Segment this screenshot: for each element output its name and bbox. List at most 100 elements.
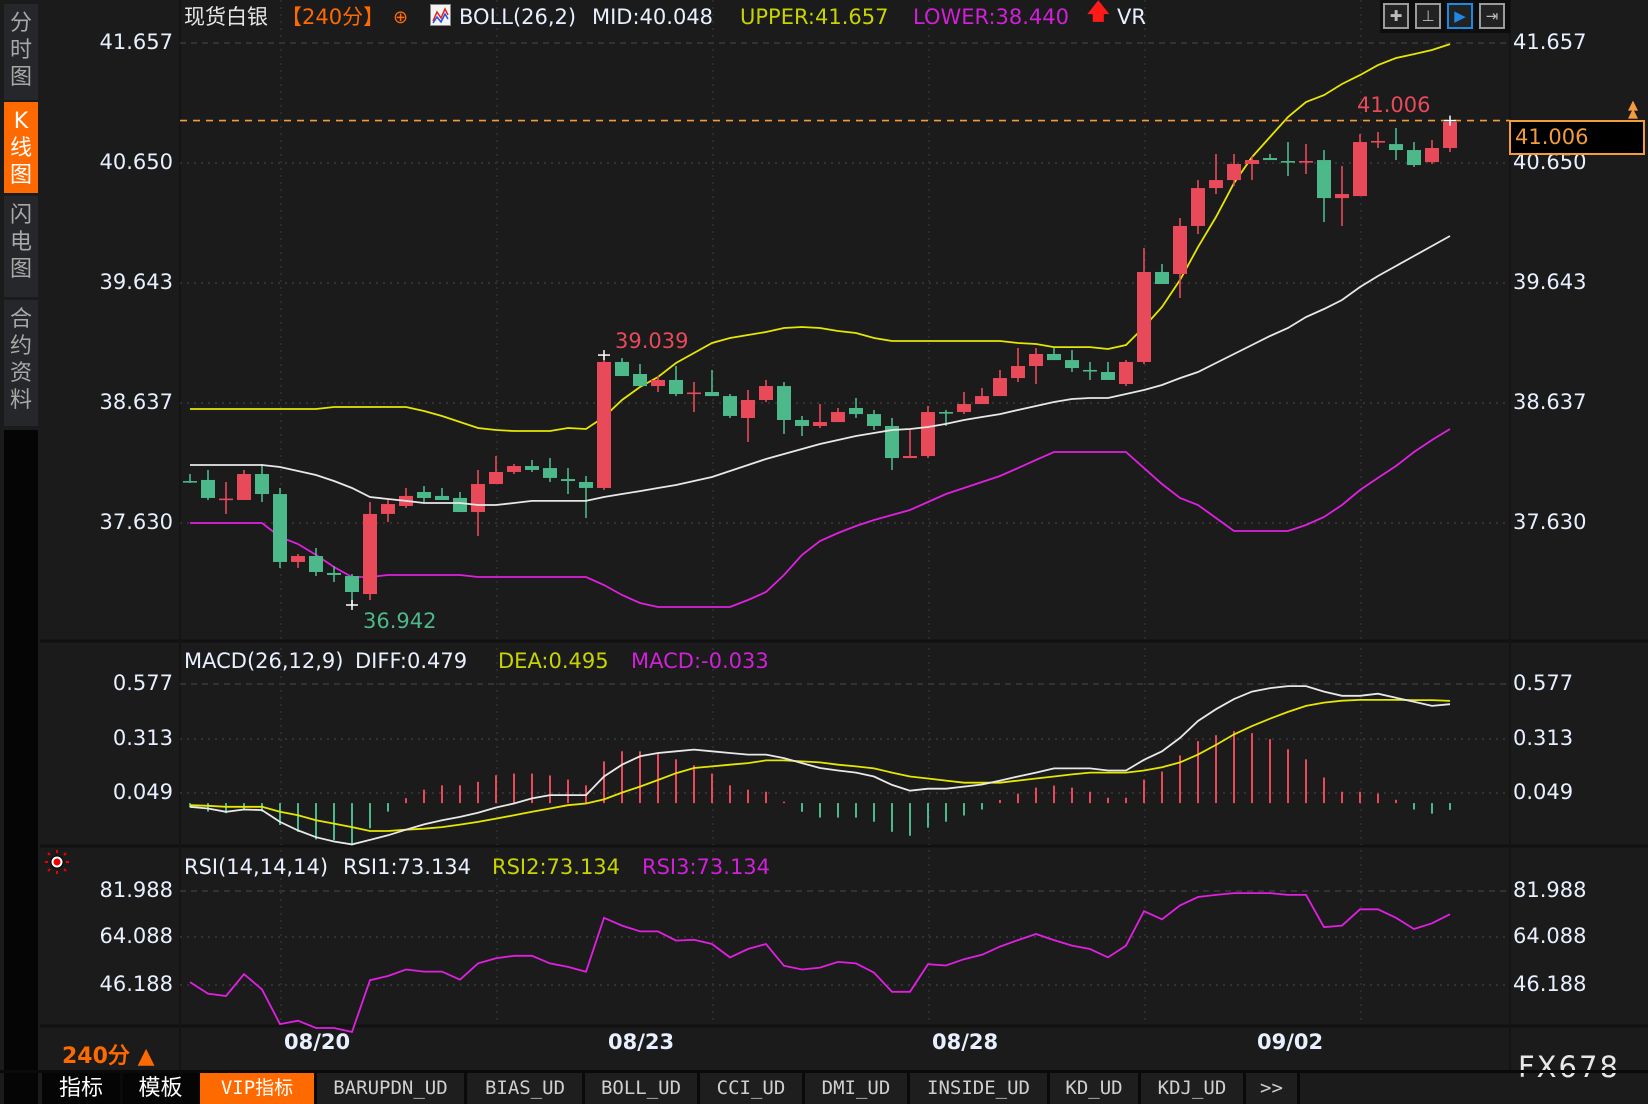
candle-down: [327, 572, 341, 575]
candle-down: [849, 407, 863, 415]
price-tick-right: 39.643: [1513, 270, 1587, 294]
price-tick-right: 41.657: [1513, 30, 1587, 54]
indicator-tab[interactable]: BARUPDN_UD: [317, 1073, 467, 1104]
candle-down: [615, 361, 629, 377]
macd-tick-left: 0.049: [112, 780, 173, 804]
candle-up: [1209, 180, 1223, 189]
boll-lower-line: [190, 428, 1451, 608]
candle-down: [183, 481, 197, 483]
alert-sun-icon[interactable]: [44, 849, 70, 875]
candle-down: [273, 494, 287, 562]
candle-down: [1047, 353, 1061, 361]
date-label: 08/20: [284, 1030, 351, 1054]
symbol-name: 现货白银: [184, 5, 268, 29]
period-switch-icon[interactable]: ⊕: [393, 5, 408, 31]
candle-down: [1389, 144, 1403, 151]
candle-up: [1011, 366, 1025, 379]
rsi-tick-right: 46.188: [1513, 972, 1587, 996]
period-label[interactable]: 【240分】: [281, 4, 384, 30]
crosshair-icon[interactable]: ✚: [1383, 3, 1409, 29]
price-tick-left: 40.650: [99, 150, 173, 174]
arrow-up-icon[interactable]: 🡅: [1087, 0, 1110, 26]
candle-up: [1443, 122, 1457, 149]
candle-up: [291, 556, 305, 562]
boll-upper-line: [190, 43, 1451, 432]
candle-down: [867, 414, 881, 426]
price-tick-left: 38.637: [99, 390, 173, 414]
candle-up: [741, 399, 755, 418]
boll-mid-value: MID:40.048: [592, 5, 714, 29]
candle-up: [1119, 361, 1133, 385]
price-tick-left: 41.657: [99, 30, 173, 54]
indicator-tab[interactable]: KD_UD: [1050, 1073, 1141, 1104]
period-selector[interactable]: 240分 ▲: [62, 1038, 155, 1070]
boll-lower-value: LOWER:38.440: [913, 5, 1070, 29]
candle-up: [363, 513, 377, 595]
candle-up: [975, 396, 989, 405]
macd-tick-right: 0.577: [1513, 671, 1574, 695]
candle-down: [1083, 369, 1097, 372]
candle-down: [309, 556, 323, 572]
candle-down: [1281, 161, 1295, 163]
price-tick-right: 37.630: [1513, 510, 1587, 534]
candle-down: [1317, 160, 1331, 199]
indicator-tab[interactable]: 模板: [123, 1073, 201, 1104]
low-annotation: 36.942: [363, 609, 437, 633]
rsi-tick-left: 81.988: [99, 878, 173, 902]
candle-down: [255, 474, 269, 495]
kline-chart[interactable]: [0, 0, 1648, 1104]
rsi-tick-right: 64.088: [1513, 924, 1587, 948]
macd-tick-left: 0.577: [112, 671, 173, 695]
period-selector-label: 240分: [62, 1044, 130, 1069]
boll-indicator-name: BOLL(26,2): [459, 5, 577, 29]
indicator-tab[interactable]: VIP指标: [200, 1073, 317, 1104]
date-label: 08/23: [608, 1030, 675, 1054]
indicator-chart-icon[interactable]: [430, 4, 451, 26]
high-annotation: 41.006: [1357, 93, 1431, 117]
candle-down: [705, 392, 719, 397]
zoom-fit-icon[interactable]: ⊥: [1415, 3, 1441, 29]
indicator-tab[interactable]: BOLL_UD: [585, 1073, 700, 1104]
candle-up: [831, 412, 845, 423]
indicator-tab[interactable]: CCI_UD: [700, 1073, 805, 1104]
watermark-logo: FX678: [1518, 1050, 1620, 1084]
current-price-tag: 41.006: [1509, 120, 1645, 155]
rsi-tick-left: 64.088: [99, 924, 173, 948]
candle-up: [1227, 163, 1241, 181]
candle-down: [453, 497, 467, 513]
boll-upper-value: UPPER:41.657: [740, 5, 889, 29]
candle-down: [435, 495, 449, 500]
indicator-tab[interactable]: KDJ_UD: [1141, 1073, 1246, 1104]
scroll-top-icon[interactable]: ▲ ▲: [1628, 99, 1638, 120]
vr-indicator[interactable]: VR: [1117, 4, 1146, 30]
indicator-tab[interactable]: BIAS_UD: [468, 1073, 585, 1104]
indicator-tab[interactable]: >>: [1246, 1073, 1300, 1104]
date-label: 09/02: [1257, 1030, 1324, 1054]
candle-down: [201, 479, 215, 498]
rsi-indicator-name: RSI(14,14,14): [184, 855, 329, 879]
indicator-tab[interactable]: 指标: [42, 1073, 123, 1104]
candle-down: [1407, 150, 1421, 166]
candle-down: [1263, 158, 1277, 161]
move-right-icon[interactable]: ⇥: [1479, 3, 1505, 29]
price-tick-left: 39.643: [99, 270, 173, 294]
rsi-tick-right: 81.988: [1513, 878, 1587, 902]
candle-down: [345, 576, 359, 593]
candle-up: [1425, 148, 1439, 163]
candle-down: [1101, 371, 1115, 380]
indicator-tab[interactable]: INSIDE_UD: [910, 1073, 1050, 1104]
candle-down: [1155, 271, 1169, 285]
candle-up: [993, 378, 1007, 397]
macd-indicator-name: MACD(26,12,9): [184, 649, 344, 673]
auto-scroll-icon[interactable]: ▶: [1447, 3, 1473, 29]
indicator-tab[interactable]: DMI_UD: [805, 1073, 910, 1104]
triangle-up-icon: ▲: [137, 1044, 155, 1069]
candle-down: [939, 412, 953, 414]
candle-up: [1029, 353, 1043, 367]
price-tick-right: 38.637: [1513, 390, 1587, 414]
macd-dea-value: DEA:0.495: [498, 649, 609, 673]
candle-up: [1299, 161, 1313, 163]
high-annotation: 39.039: [615, 329, 689, 353]
candle-down: [1065, 360, 1079, 369]
candle-up: [1335, 194, 1349, 199]
